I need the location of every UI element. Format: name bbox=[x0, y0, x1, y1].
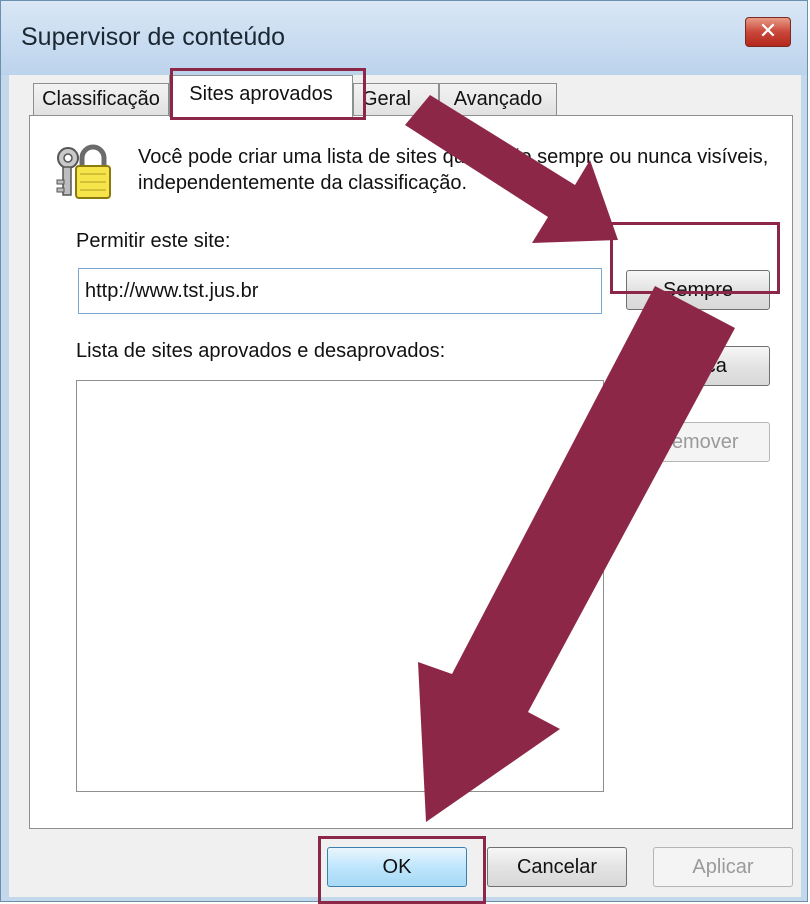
tab-sites-aprovados[interactable]: Sites aprovados bbox=[169, 75, 353, 117]
always-button[interactable]: Sempre bbox=[626, 270, 770, 310]
dialog-client-area: Classificação Sites aprovados Geral Avan… bbox=[9, 75, 801, 897]
title-bar[interactable]: Supervisor de conteúdo ✕ bbox=[1, 1, 807, 75]
remove-button[interactable]: Remover bbox=[626, 422, 770, 462]
approved-sites-list[interactable] bbox=[76, 380, 604, 792]
keys-lock-icon bbox=[56, 144, 111, 199]
cancel-button[interactable]: Cancelar bbox=[487, 847, 627, 887]
sites-list-label: Lista de sites aprovados e desaprovados: bbox=[76, 340, 446, 362]
apply-button[interactable]: Aplicar bbox=[653, 847, 793, 887]
ok-button[interactable]: OK bbox=[327, 847, 467, 887]
tab-geral[interactable]: Geral bbox=[353, 83, 439, 115]
tab-avancado[interactable]: Avançado bbox=[439, 83, 557, 115]
close-icon: ✕ bbox=[758, 19, 778, 44]
window-title: Supervisor de conteúdo bbox=[21, 23, 286, 51]
approved-sites-panel: Você pode criar uma lista de sites que s… bbox=[29, 115, 793, 829]
content-advisor-dialog: Supervisor de conteúdo ✕ Classificação S… bbox=[0, 0, 808, 902]
tab-classificacao[interactable]: Classificação bbox=[33, 83, 169, 115]
allow-site-label: Permitir este site: bbox=[76, 230, 231, 252]
description-text: Você pode criar uma lista de sites que s… bbox=[138, 146, 769, 194]
never-button[interactable]: Nunca bbox=[626, 346, 770, 386]
site-url-input[interactable] bbox=[78, 268, 602, 314]
close-button[interactable]: ✕ bbox=[745, 17, 791, 47]
